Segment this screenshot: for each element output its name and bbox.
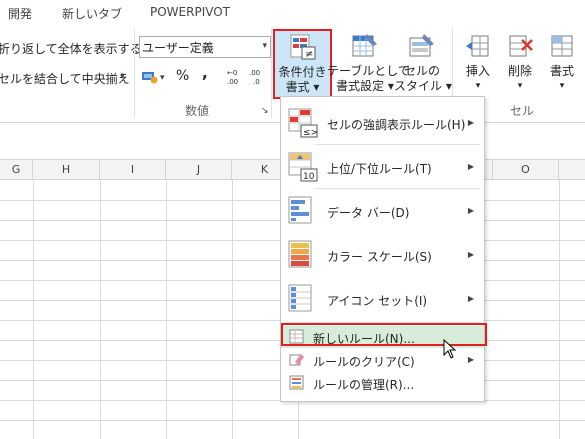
- column-header-next[interactable]: [559, 160, 585, 180]
- submenu-arrow-icon: ▶: [467, 206, 474, 215]
- gridline-horizontal: [0, 420, 585, 421]
- mouse-cursor-icon: [443, 338, 457, 359]
- menu-label: カラー スケール(S): [327, 250, 432, 264]
- svg-text:.0: .0: [253, 78, 260, 86]
- svg-text:.00: .00: [249, 69, 260, 77]
- manage-rules-icon: [289, 375, 305, 391]
- menu-separator: [315, 144, 480, 145]
- number-format-value: ユーザー定義: [142, 41, 214, 55]
- top-bottom-icon: 10: [287, 151, 319, 183]
- format-icon: [548, 32, 576, 60]
- menu-item-data-bars[interactable]: データ バー(D) ▶: [281, 191, 484, 231]
- cell-styles-label-2: スタイル ▾: [394, 79, 452, 93]
- svg-text:.00: .00: [227, 78, 238, 86]
- increase-decimal-icon[interactable]: ←0.00: [226, 66, 246, 86]
- percent-button[interactable]: %: [176, 68, 189, 84]
- delete-dropdown-icon: ▾: [517, 81, 523, 91]
- format-as-table-label-1: テーブルとして: [327, 64, 410, 78]
- icon-sets-icon: [287, 283, 319, 315]
- svg-text:←0: ←0: [227, 69, 237, 77]
- menu-item-top-bottom-rules[interactable]: 10 上位/下位ルール(T) ▶: [281, 147, 484, 187]
- menu-label: ルールの管理(R)...: [313, 378, 415, 392]
- wrap-text-button[interactable]: 折り返して全体を表示する: [0, 40, 142, 57]
- cond-format-highlight-box: [273, 29, 332, 99]
- highlight-rules-icon: ≤>: [287, 107, 319, 139]
- submenu-arrow-icon: ▶: [467, 294, 474, 303]
- currency-dropdown-icon[interactable]: ▾: [160, 73, 165, 83]
- submenu-arrow-icon: ▶: [467, 355, 474, 364]
- clear-rules-icon: [289, 352, 305, 368]
- format-dropdown-icon: ▾: [559, 81, 565, 91]
- menu-label: アイコン セット(I): [327, 294, 428, 308]
- insert-dropdown-icon: ▾: [475, 81, 481, 91]
- delete-label: 削除: [507, 64, 532, 78]
- merge-dropdown-icon[interactable]: ▾: [120, 72, 125, 82]
- tab-powerpivot[interactable]: POWERPIVOT: [150, 5, 230, 19]
- menu-item-manage-rules[interactable]: ルールの管理(R)...: [281, 372, 484, 394]
- submenu-arrow-icon: ▶: [467, 250, 474, 259]
- column-header-i[interactable]: I: [100, 160, 166, 180]
- number-group-label: 数値: [185, 104, 210, 118]
- delete-cells-button[interactable]: 削除 ▾: [500, 30, 540, 98]
- group-divider: [134, 28, 135, 118]
- submenu-arrow-icon: ▶: [467, 118, 474, 127]
- number-format-combo[interactable]: ユーザー定義 ▾: [139, 36, 271, 58]
- cell-styles-icon: [408, 32, 436, 60]
- tab-new-tab[interactable]: 新しいタブ: [62, 5, 122, 22]
- menu-label: セルの強調表示ルール(H): [327, 118, 466, 132]
- format-as-table-button[interactable]: テーブルとして 書式設定 ▾: [327, 30, 410, 98]
- column-header-o[interactable]: O: [493, 160, 559, 180]
- submenu-arrow-icon: ▶: [467, 162, 474, 171]
- column-header-j[interactable]: J: [166, 160, 232, 180]
- menu-item-color-scales[interactable]: カラー スケール(S) ▶: [281, 235, 484, 275]
- data-bars-icon: [287, 195, 319, 227]
- cell-styles-label-1: セルの: [403, 64, 440, 78]
- cell-styles-button[interactable]: セルの スタイル ▾: [394, 30, 452, 98]
- format-as-table-icon: [351, 32, 379, 60]
- format-cells-button[interactable]: 書式 ▾: [542, 30, 582, 98]
- cells-group-label: セル: [510, 104, 535, 118]
- svg-text:10: 10: [303, 172, 315, 182]
- format-as-table-label-2: 書式設定 ▾: [336, 79, 394, 93]
- menu-separator: [315, 188, 480, 189]
- ribbon-tab-strip: 開発 新しいタブ POWERPIVOT: [0, 0, 585, 26]
- menu-item-highlight-cells-rules[interactable]: ≤> セルの強調表示ルール(H) ▶: [281, 103, 484, 143]
- delete-icon: [506, 32, 534, 60]
- menu-item-icon-sets[interactable]: アイコン セット(I) ▶: [281, 279, 484, 319]
- group-divider: [271, 28, 272, 118]
- color-scales-icon: [287, 239, 319, 271]
- dialog-launcher-icon[interactable]: ↘: [261, 106, 269, 116]
- decrease-decimal-icon[interactable]: .00.0: [248, 66, 268, 86]
- format-label: 書式: [549, 64, 574, 78]
- comma-button[interactable]: ,: [202, 64, 208, 82]
- menu-label: データ バー(D): [327, 206, 410, 220]
- menu-label: 上位/下位ルール(T): [327, 162, 432, 176]
- insert-cells-button[interactable]: 挿入 ▾: [458, 30, 498, 98]
- tab-developer[interactable]: 開発: [8, 5, 32, 22]
- column-header-g[interactable]: G: [0, 160, 33, 180]
- chevron-down-icon: ▾: [262, 41, 267, 51]
- currency-format-icon[interactable]: [141, 70, 159, 84]
- menu-label: ルールのクリア(C): [313, 355, 415, 369]
- svg-text:≤>: ≤>: [303, 128, 318, 138]
- insert-label: 挿入: [465, 64, 490, 78]
- column-header-h[interactable]: H: [33, 160, 100, 180]
- merge-center-button[interactable]: セルを結合して中央揃え: [0, 70, 130, 87]
- insert-icon: [464, 32, 492, 60]
